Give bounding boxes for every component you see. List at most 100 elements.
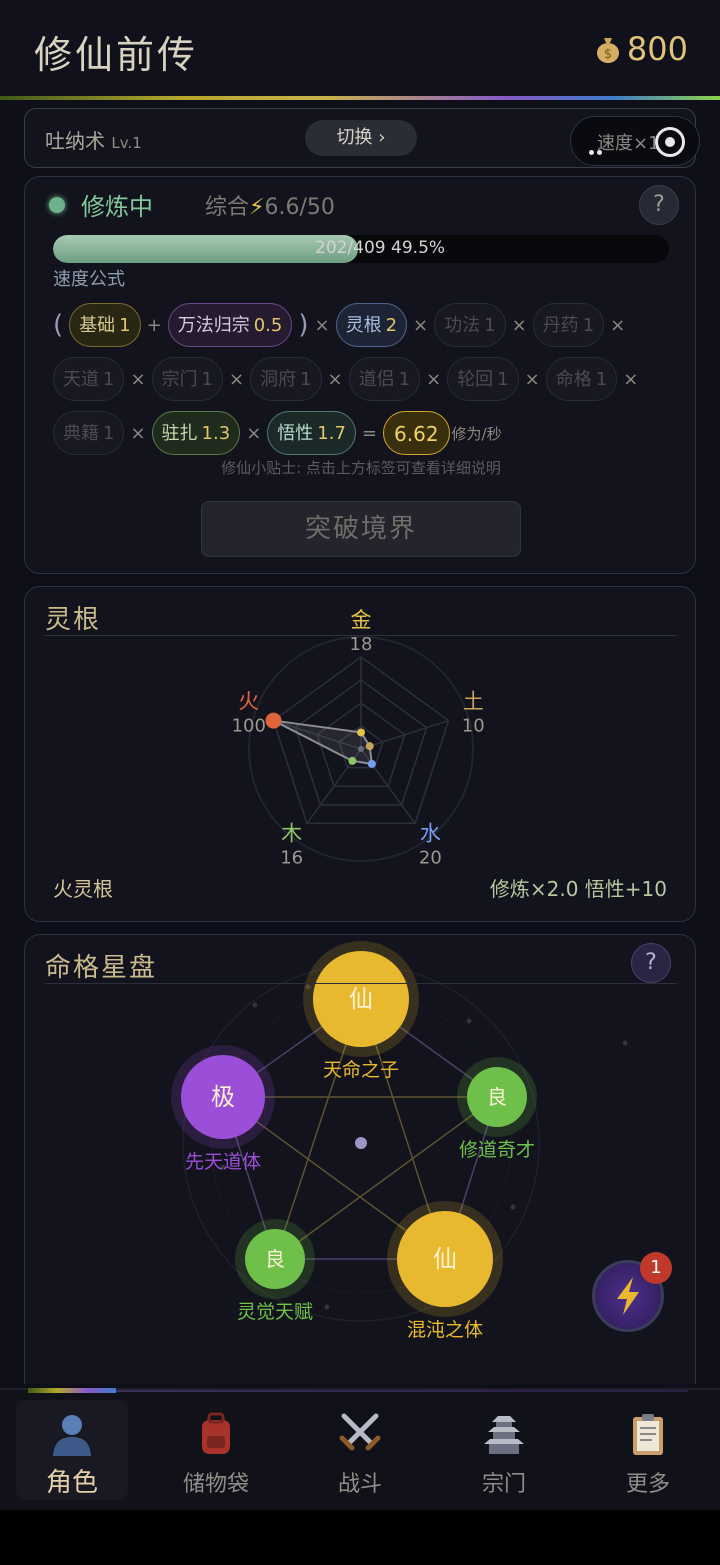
formula-label: 速度公式 [53, 269, 125, 290]
destiny-star[interactable]: 良 [457, 1057, 537, 1137]
tag-dianji[interactable]: 典籍 1 [53, 411, 125, 455]
op-times: × [327, 368, 343, 390]
radar-element-label: 木 [281, 821, 302, 845]
spirit-root-title: 灵根 [45, 605, 102, 635]
destiny-star-label: 混沌之体 [406, 1319, 483, 1341]
switch-art-button[interactable]: 切换 › [305, 120, 417, 156]
destiny-star-glyph: 良 [487, 1085, 507, 1109]
radar-point [357, 728, 365, 737]
destiny-star[interactable]: 良 [235, 1219, 315, 1299]
progress-fill [53, 235, 358, 263]
spirit-root-card: 灵根 金 18 土 10 水 20 木 16 火 100 火灵根 修炼×2.0 悟性+10 [24, 586, 696, 922]
radar-element-value: 100 [232, 716, 266, 737]
tag-wanfa[interactable]: 万法归宗 0.5 [167, 303, 293, 347]
tab-sect[interactable]: 宗门 [448, 1400, 560, 1500]
op-times: × [229, 368, 245, 390]
spirit-root-bonus: 修炼×2.0 悟性+10 [489, 877, 667, 901]
status-dot-icon [49, 197, 65, 213]
tag-daolv[interactable]: 道侣 1 [348, 357, 421, 401]
formula-row-2: 天道 1 × 宗门 1 × 洞府 1 × 道侣 1 × 轮回 1 × 命格 1 × [53, 357, 683, 401]
tag-base[interactable]: 基础 1 [69, 303, 141, 347]
center-star [355, 1137, 367, 1149]
radar-point [265, 712, 282, 729]
destiny-star-label: 先天道体 [184, 1151, 261, 1173]
tag-wuxing[interactable]: 悟性 1.7 [267, 411, 356, 455]
radar-point [365, 742, 374, 751]
tab-character[interactable]: 角色 [16, 1400, 128, 1500]
destiny-star-label: 天命之子 [322, 1059, 399, 1081]
system-nav-area [0, 1510, 720, 1565]
bottom-tab-bar: 角色 储物袋 战斗 宗门 更多 [0, 1388, 720, 1510]
tab-label: 宗门 [481, 1472, 526, 1497]
speed-toggle[interactable]: 速度×1 [570, 116, 700, 166]
radar-element-value: 20 [419, 847, 442, 868]
formula-row-1: ( 基础 1 + 万法归宗 0.5 ) × 灵根 2 × 功法 1 × 丹药 1 × [53, 303, 683, 347]
destiny-star[interactable]: 仙 [303, 941, 419, 1057]
radar-element-value: 10 [462, 716, 485, 737]
tag-gongfa[interactable]: 功法 1 [434, 303, 506, 347]
formula-row-3: 典籍 1 × 驻扎 1.3 × 悟性 1.7 = 6.62 修为/秒 [53, 411, 683, 455]
active-tab-indicator [28, 1388, 116, 1393]
art-level: Lv.1 [111, 134, 142, 152]
cultivation-status: 修炼中 [81, 193, 153, 221]
divider [45, 983, 677, 984]
target-icon [655, 127, 685, 157]
tab-label: 更多 [625, 1472, 670, 1497]
tab-inventory[interactable]: 储物袋 [160, 1400, 272, 1500]
tab-battle[interactable]: 战斗 [304, 1400, 416, 1500]
destiny-help-button[interactable]: ? [631, 943, 671, 983]
speed-result[interactable]: 6.62 [383, 411, 450, 455]
overall-speed: 综合⚡6.6/50 [205, 189, 335, 221]
op-times: × [130, 368, 146, 390]
crossed-swords-icon [339, 1413, 381, 1451]
op-times: × [524, 368, 540, 390]
destiny-star-glyph: 良 [265, 1247, 285, 1271]
tag-zongmen[interactable]: 宗门 1 [151, 357, 223, 401]
header-divider [0, 96, 720, 100]
spirit-root-area [273, 719, 373, 766]
op-plus: + [146, 314, 162, 336]
art-name-label: 吐纳术 [45, 129, 105, 153]
tag-lingen[interactable]: 灵根 2 [335, 303, 408, 347]
tab-divider [116, 1390, 688, 1392]
money-bag-icon: $ [596, 38, 619, 63]
destiny-star-glyph: 仙 [433, 1245, 457, 1273]
svg-text:$: $ [604, 47, 612, 62]
cultivation-art-bar: 吐纳术 Lv.1 切换 › 速度×1 [24, 108, 700, 168]
ellipsis-icon [589, 140, 609, 155]
breakthrough-button[interactable]: 突破境界 [201, 501, 521, 557]
tag-danyao[interactable]: 丹药 1 [532, 303, 605, 347]
backpack-icon [202, 1412, 230, 1454]
lightning-icon: ⚡ [249, 195, 265, 220]
radar-element-label: 金 [351, 608, 372, 632]
tab-label: 储物袋 [182, 1472, 249, 1497]
spirit-root-name: 火灵根 [53, 877, 113, 901]
destiny-title: 命格星盘 [45, 953, 158, 983]
app-title: 修仙前传 [34, 33, 199, 77]
tab-more[interactable]: 更多 [592, 1400, 704, 1500]
cultivation-progress-bar: 202/409 49.5% [53, 235, 669, 263]
pagoda-icon [484, 1416, 524, 1454]
tag-dongfu[interactable]: 洞府 1 [250, 357, 322, 401]
radar-element-label: 火 [238, 690, 259, 714]
destiny-star-glyph: 仙 [349, 985, 373, 1013]
cultivation-help-button[interactable]: ? [639, 185, 679, 225]
radar-element-value: 16 [280, 847, 303, 868]
overall-value: 6.6/50 [264, 195, 335, 220]
tag-lunhui[interactable]: 轮回 1 [447, 357, 519, 401]
tag-mingge[interactable]: 命格 1 [545, 357, 618, 401]
destiny-star[interactable]: 仙 [387, 1201, 503, 1317]
op-times: × [511, 314, 527, 336]
overall-label: 综合 [205, 195, 250, 220]
tag-tiandao[interactable]: 天道 1 [53, 357, 125, 401]
destiny-star[interactable]: 极 [171, 1045, 275, 1149]
art-name: 吐纳术 Lv.1 [45, 125, 142, 154]
tag-zhuzha[interactable]: 驻扎 1.3 [151, 411, 241, 455]
radar-element-label: 水 [420, 821, 441, 845]
radar-element-label: 土 [463, 690, 484, 714]
op-times: × [426, 368, 442, 390]
op-equals: = [361, 422, 378, 444]
op-times: × [623, 368, 639, 390]
progress-text: 202/409 49.5% [315, 238, 446, 258]
clipboard-icon [633, 1414, 663, 1455]
